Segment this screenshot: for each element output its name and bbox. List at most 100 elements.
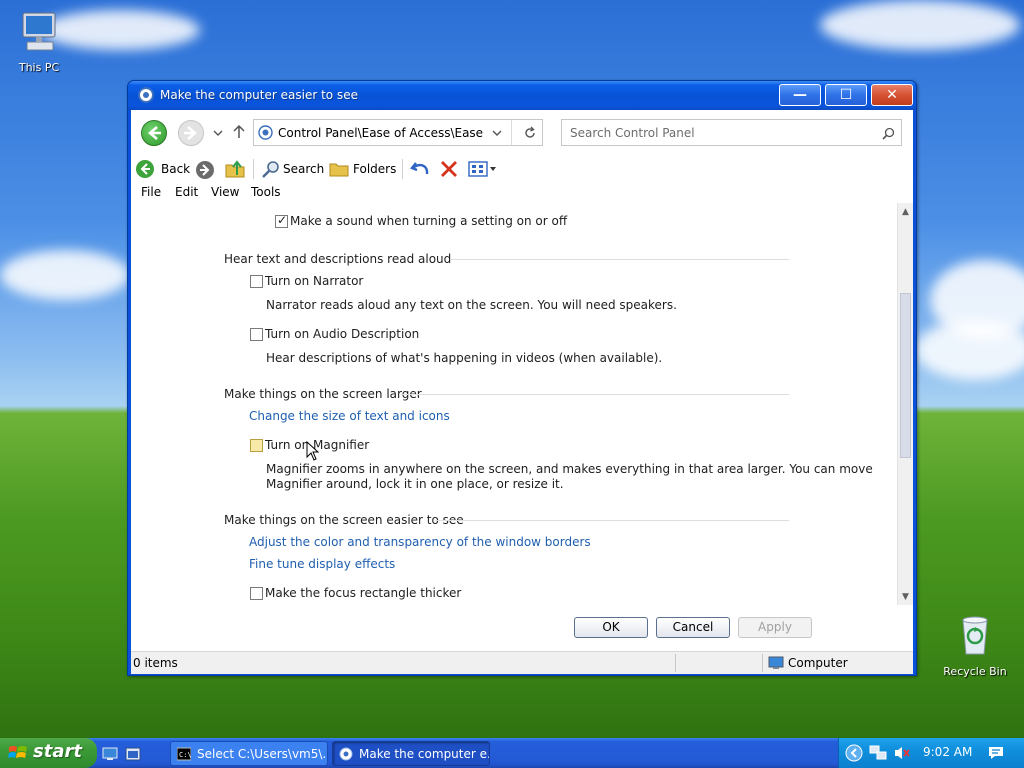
recycle-bin-icon [962,616,988,655]
divider [402,159,403,179]
ease-of-access-icon [138,87,154,103]
maximize-icon: ☐ [839,87,853,103]
link-fine-tune-display[interactable]: Fine tune display effects [249,557,395,571]
search-icon[interactable] [882,127,895,140]
delete-icon[interactable] [439,160,459,178]
quick-launch-icon[interactable] [125,746,141,762]
tray-expand-icon[interactable] [845,744,863,762]
arrow-left-icon [148,126,161,140]
narrator-description: Narrator reads aloud any text on the scr… [266,298,677,312]
window-title: Make the computer easier to see [160,88,358,102]
toolbar-back-button[interactable]: Back [135,159,191,179]
navigation-bar: Control Panel\Ease of Access\Ease of A S… [131,110,913,155]
scroll-down-icon[interactable]: ▼ [898,590,913,605]
recent-pages-dropdown-icon[interactable] [213,129,223,137]
magnifier-checkbox[interactable] [250,439,263,452]
link-adjust-window-borders[interactable]: Adjust the color and transparency of the… [249,535,591,549]
arrow-right-icon [184,126,197,140]
cloud [0,250,130,300]
desktop-icon-recycle-bin[interactable]: Recycle Bin [937,614,1013,678]
focus-rectangle-checkbox[interactable] [250,587,263,600]
volume-muted-icon[interactable] [893,745,911,761]
focus-rectangle-option-label[interactable]: Make the focus rectangle thicker [265,586,461,600]
magnifier-description-line2: Magnifier around, lock it in one place, … [266,477,564,491]
divider [762,654,763,672]
cancel-button[interactable]: Cancel [656,617,730,638]
svg-text:C:\: C:\ [179,751,191,759]
divider [511,120,512,145]
audio-description-checkbox[interactable] [250,328,263,341]
search-placeholder: Search Control Panel [570,126,695,140]
section-heading-screen-larger: Make things on the screen larger [224,387,422,401]
computer-icon [22,12,56,51]
cloud [915,320,1024,380]
desktop-icon-this-pc[interactable]: This PC [1,10,77,74]
scrollbar-thumb[interactable] [900,293,911,458]
refresh-icon[interactable] [523,126,537,140]
close-button[interactable]: ✕ [871,84,913,106]
control-panel-window: Make the computer easier to see — ☐ ✕ Co… [127,80,917,676]
console-icon: C:\ [177,747,191,761]
ease-of-access-icon [258,125,273,140]
minimize-button[interactable]: — [779,84,821,106]
menu-file[interactable]: File [141,185,161,199]
up-arrow-icon[interactable] [232,124,246,140]
notifications-icon[interactable] [987,745,1005,761]
address-bar[interactable]: Control Panel\Ease of Access\Ease of A [253,119,543,146]
address-dropdown-icon[interactable] [492,129,502,137]
menu-edit[interactable]: Edit [175,185,198,199]
taskbar-item-control-panel[interactable]: Make the computer e... [332,741,490,766]
narrator-option-label[interactable]: Turn on Narrator [265,274,363,288]
narrator-checkbox[interactable] [250,275,263,288]
taskbar: start C:\ Select C:\Users\vm5\... Make t… [0,738,1024,768]
magnifier-description-line1: Magnifier zooms in anywhere on the scree… [266,462,873,476]
system-tray: 9:02 AM [838,738,1024,768]
forward-icon[interactable] [195,160,215,180]
magnifier-search-icon [262,161,279,178]
toolbar-back-label: Back [161,162,191,176]
network-icon[interactable] [869,745,887,761]
desktop-icon-label: This PC [18,61,60,74]
folder-up-icon[interactable] [224,159,246,179]
taskbar-item-label: Make the computer e... [359,747,490,761]
link-change-text-size[interactable]: Change the size of text and icons [249,409,450,423]
section-divider [451,259,789,260]
ok-button[interactable]: OK [574,617,648,638]
section-heading-easier-to-see: Make things on the screen easier to see [224,513,464,527]
taskbar-item-label: Select C:\Users\vm5\... [197,747,328,761]
show-desktop-icon[interactable] [102,746,118,762]
maximize-button[interactable]: ☐ [825,84,867,106]
section-divider [435,520,789,521]
toolbar-folders-button[interactable]: Folders [329,159,396,179]
nav-forward-button[interactable] [178,120,204,146]
apply-button[interactable]: Apply [738,617,812,638]
window-client-area: Control Panel\Ease of Access\Ease of A S… [131,110,913,674]
close-icon: ✕ [886,87,898,103]
title-bar[interactable]: Make the computer easier to see — ☐ ✕ [128,81,916,110]
vertical-scrollbar[interactable]: ▲ ▼ [897,203,913,605]
toolbar: Back Search Folders [131,155,913,183]
views-icon[interactable] [468,159,498,179]
ease-of-access-icon [339,747,353,761]
start-button[interactable]: start [0,738,97,768]
toolbar-search-button[interactable]: Search [261,159,324,179]
search-input[interactable]: Search Control Panel [561,119,902,146]
mouse-cursor-icon [306,441,320,461]
audio-description-option-label[interactable]: Turn on Audio Description [265,327,419,341]
sound-checkbox[interactable] [275,213,288,228]
windows-logo-icon [8,746,27,758]
menu-view[interactable]: View [211,185,239,199]
status-location: Computer [788,656,848,670]
menu-tools[interactable]: Tools [251,185,281,199]
sound-option-label[interactable]: Make a sound when turning a setting on o… [290,214,567,228]
clock[interactable]: 9:02 AM [923,745,972,759]
divider [675,654,676,672]
audio-description-description: Hear descriptions of what's happening in… [266,351,663,365]
back-icon [136,160,154,178]
menu-bar: File Edit View Tools [131,183,913,203]
nav-back-button[interactable] [141,120,167,146]
scroll-up-icon[interactable]: ▲ [898,205,913,220]
section-divider [401,394,789,395]
taskbar-item-console[interactable]: C:\ Select C:\Users\vm5\... [170,741,328,766]
undo-icon[interactable] [410,159,432,179]
